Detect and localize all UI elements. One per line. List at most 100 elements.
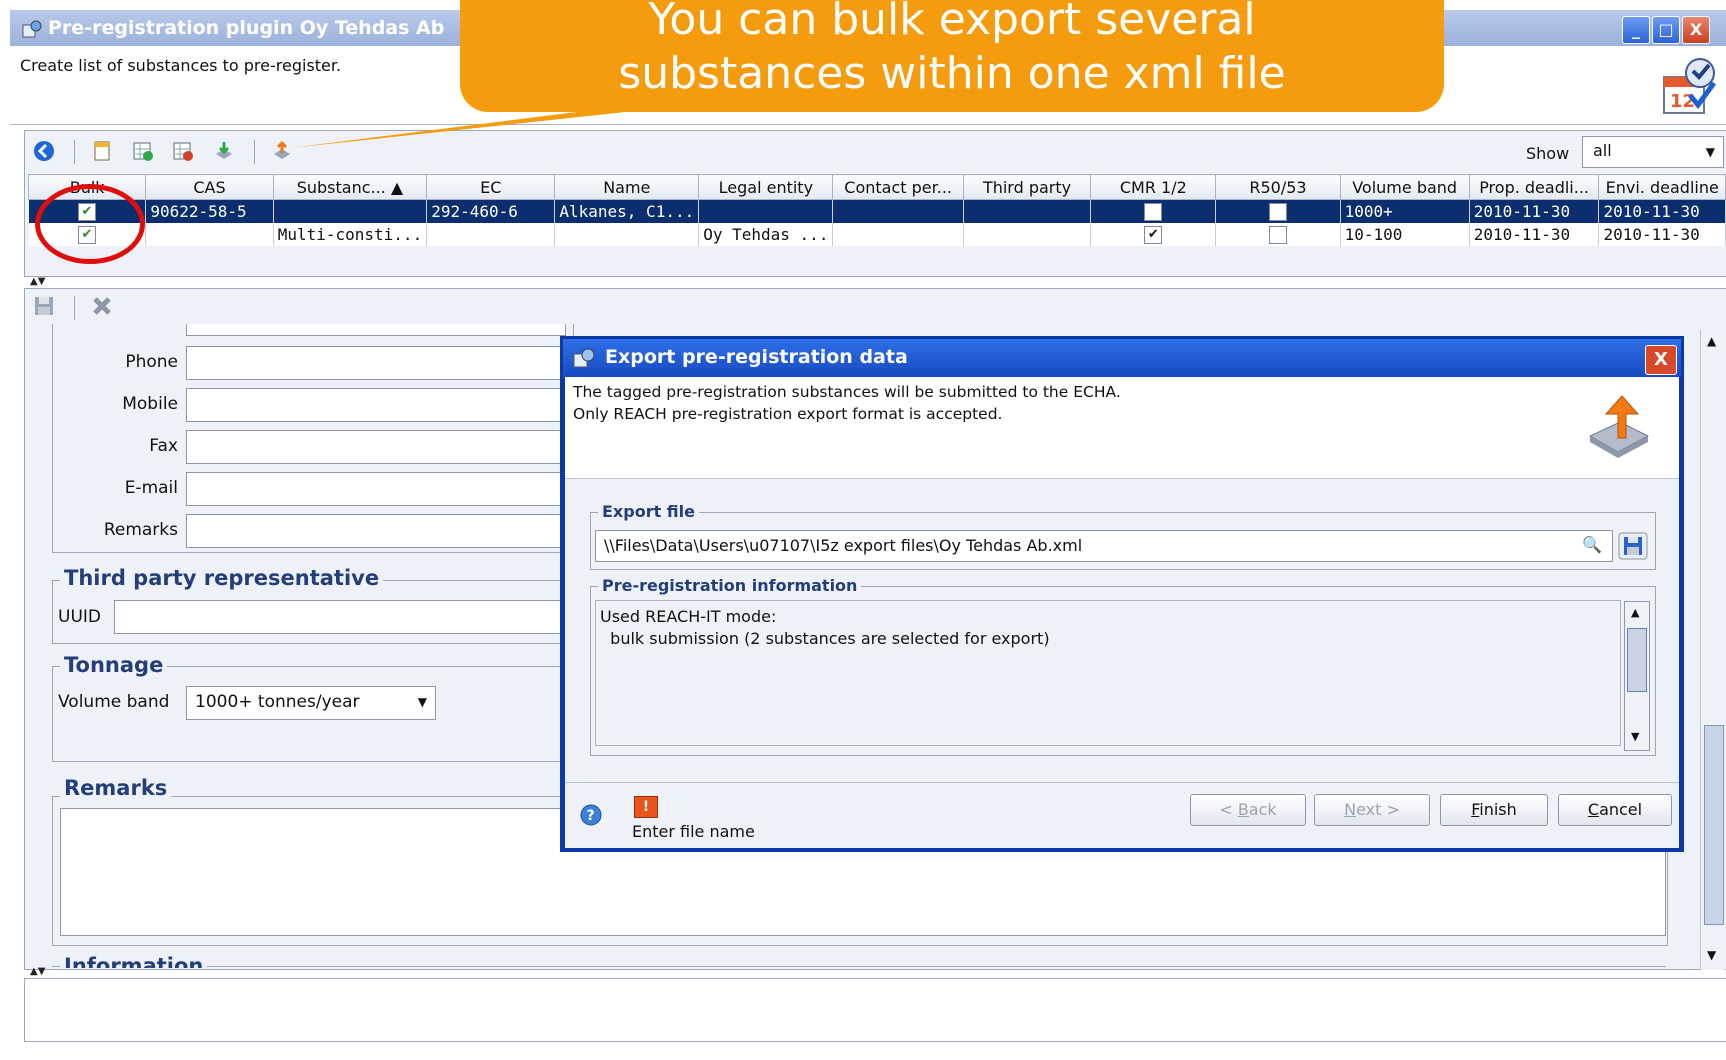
splitter-handle[interactable]: ▲▼ xyxy=(30,276,70,287)
save-file-icon[interactable] xyxy=(1618,532,1648,560)
save-icon[interactable] xyxy=(33,295,55,317)
prop-deadline-cell: 2010-11-30 xyxy=(1469,223,1600,246)
dialog-header: The tagged pre-registration substances w… xyxy=(565,377,1679,479)
scrollbar-thumb[interactable] xyxy=(1704,725,1724,925)
envi-deadline-cell: 2010-11-30 xyxy=(1598,223,1726,246)
cmr-cell[interactable]: ✔ xyxy=(1090,223,1217,246)
r50-cell[interactable] xyxy=(1215,199,1341,223)
next-button-label: ext > xyxy=(1356,800,1400,819)
export-icon[interactable] xyxy=(271,140,293,162)
status-message: Enter file name xyxy=(632,822,755,841)
partial-input[interactable] xyxy=(186,324,566,336)
cas-cell xyxy=(145,223,274,246)
phone-input[interactable] xyxy=(186,346,566,380)
contact-cell xyxy=(832,199,964,223)
bulk-highlight-circle xyxy=(35,184,145,264)
splitter-handle[interactable]: ▲▼ xyxy=(30,966,70,977)
r50-checkbox[interactable] xyxy=(1268,226,1287,245)
column-header[interactable]: Legal entity xyxy=(698,174,834,200)
dialog-description-line1: The tagged pre-registration substances w… xyxy=(573,383,1121,401)
scrollbar-thumb[interactable] xyxy=(1627,628,1647,692)
back-button[interactable]: < Back xyxy=(1190,794,1306,826)
callout-line2: substances within one xml file xyxy=(618,48,1286,99)
column-header[interactable]: Third party xyxy=(962,174,1092,200)
info-scrollbar[interactable]: ▲ ▼ xyxy=(1624,601,1650,751)
show-filter-label: Show xyxy=(1526,144,1570,163)
details-scrollbar[interactable]: ▲ ▼ xyxy=(1700,330,1725,970)
dialog-close-button[interactable]: X xyxy=(1645,345,1677,375)
export-file-legend: Export file xyxy=(598,502,699,521)
phone-label: Phone xyxy=(125,352,178,372)
uuid-input[interactable] xyxy=(114,600,572,634)
uuid-label: UUID xyxy=(58,607,101,627)
third-party-legend: Third party representative xyxy=(60,566,384,590)
envi-deadline-cell: 2010-11-30 xyxy=(1598,199,1726,223)
r50-checkbox[interactable] xyxy=(1268,203,1287,222)
finish-button-label: inish xyxy=(1479,800,1517,819)
info-line2: bulk submission (2 substances are select… xyxy=(600,629,1050,648)
tutorial-callout: You can bulk export several substances w… xyxy=(460,0,1444,112)
maximize-button[interactable]: □ xyxy=(1652,16,1680,44)
fax-input[interactable] xyxy=(186,430,566,464)
name-cell xyxy=(554,223,700,246)
column-header[interactable]: Contact per... xyxy=(832,174,964,200)
scroll-up-icon[interactable]: ▲ xyxy=(1631,606,1639,619)
next-button[interactable]: Next > xyxy=(1314,794,1430,826)
email-input[interactable] xyxy=(186,472,566,506)
scroll-down-icon[interactable]: ▼ xyxy=(1631,730,1639,743)
table-row[interactable]: ✔ Multi-consti... Oy Tehdas ... ✔ 10-100… xyxy=(28,223,1726,246)
cmr-checkbox[interactable]: ✔ xyxy=(1144,226,1163,245)
search-icon[interactable]: 🔍 xyxy=(1582,535,1602,554)
add-all-icon[interactable] xyxy=(172,140,194,162)
add-icon[interactable] xyxy=(132,140,154,162)
minimize-button[interactable]: _ xyxy=(1622,16,1650,44)
dialog-footer-divider xyxy=(565,782,1679,783)
export-path-input[interactable]: \\Files\Data\Users\u07107\I5z export fil… xyxy=(595,530,1613,562)
cancel-button[interactable]: Cancel xyxy=(1558,794,1672,826)
back-icon[interactable] xyxy=(33,140,55,162)
column-header[interactable]: R50/53 xyxy=(1215,174,1341,200)
window-close-button[interactable]: X xyxy=(1682,16,1710,44)
volume-band-select[interactable]: 1000+ tonnes/year ▼ xyxy=(186,686,436,720)
mobile-input[interactable] xyxy=(186,388,566,422)
column-header[interactable]: Envi. deadline xyxy=(1598,174,1726,200)
remarks-input[interactable] xyxy=(186,514,566,548)
column-header[interactable]: Volume band xyxy=(1339,174,1470,200)
import-icon[interactable] xyxy=(213,140,235,162)
cmr-checkbox[interactable] xyxy=(1144,203,1163,222)
export-path-value: \\Files\Data\Users\u07107\I5z export fil… xyxy=(604,536,1083,555)
show-filter-value: all xyxy=(1593,141,1612,160)
column-header[interactable]: EC xyxy=(426,174,556,200)
column-header[interactable]: Substanc... ▲ xyxy=(272,174,428,200)
information-fieldset-border xyxy=(52,966,1666,967)
ec-cell xyxy=(426,223,556,246)
finish-button[interactable]: Finish xyxy=(1440,794,1548,826)
callout-line1: You can bulk export several xyxy=(648,0,1256,45)
help-icon[interactable]: ? xyxy=(580,804,602,826)
new-icon[interactable] xyxy=(91,140,113,162)
scroll-down-icon[interactable]: ▼ xyxy=(1707,948,1716,962)
next-button-key: N xyxy=(1344,800,1357,819)
r50-cell[interactable] xyxy=(1215,223,1341,246)
cmr-cell[interactable] xyxy=(1090,199,1217,223)
table-row[interactable]: ✔ 90622-58-5 292-460-6 Alkanes, C1... 10… xyxy=(28,199,1726,223)
email-label: E-mail xyxy=(124,478,178,498)
column-header[interactable]: Prop. deadli... xyxy=(1468,174,1600,200)
plugin-icon xyxy=(573,348,595,368)
back-button-label: ack xyxy=(1248,800,1277,819)
calendar-icon: 12 xyxy=(1663,58,1716,114)
show-filter-select[interactable]: all ▼ xyxy=(1582,136,1724,168)
delete-icon[interactable] xyxy=(91,295,113,317)
substance-cell xyxy=(273,199,428,223)
back-button-key: B xyxy=(1237,800,1249,819)
chevron-down-icon: ▼ xyxy=(417,695,427,709)
tonnage-legend: Tonnage xyxy=(60,653,168,677)
scroll-up-icon[interactable]: ▲ xyxy=(1707,334,1716,348)
back-button-prefix: < xyxy=(1219,800,1238,819)
column-header[interactable]: Name xyxy=(554,174,700,200)
info-line1: Used REACH-IT mode: xyxy=(600,607,777,626)
column-header[interactable]: CMR 1/2 xyxy=(1090,174,1217,200)
column-header[interactable]: CAS xyxy=(145,174,274,200)
name-cell: Alkanes, C1... xyxy=(554,199,700,223)
chevron-down-icon: ▼ xyxy=(1705,145,1715,159)
